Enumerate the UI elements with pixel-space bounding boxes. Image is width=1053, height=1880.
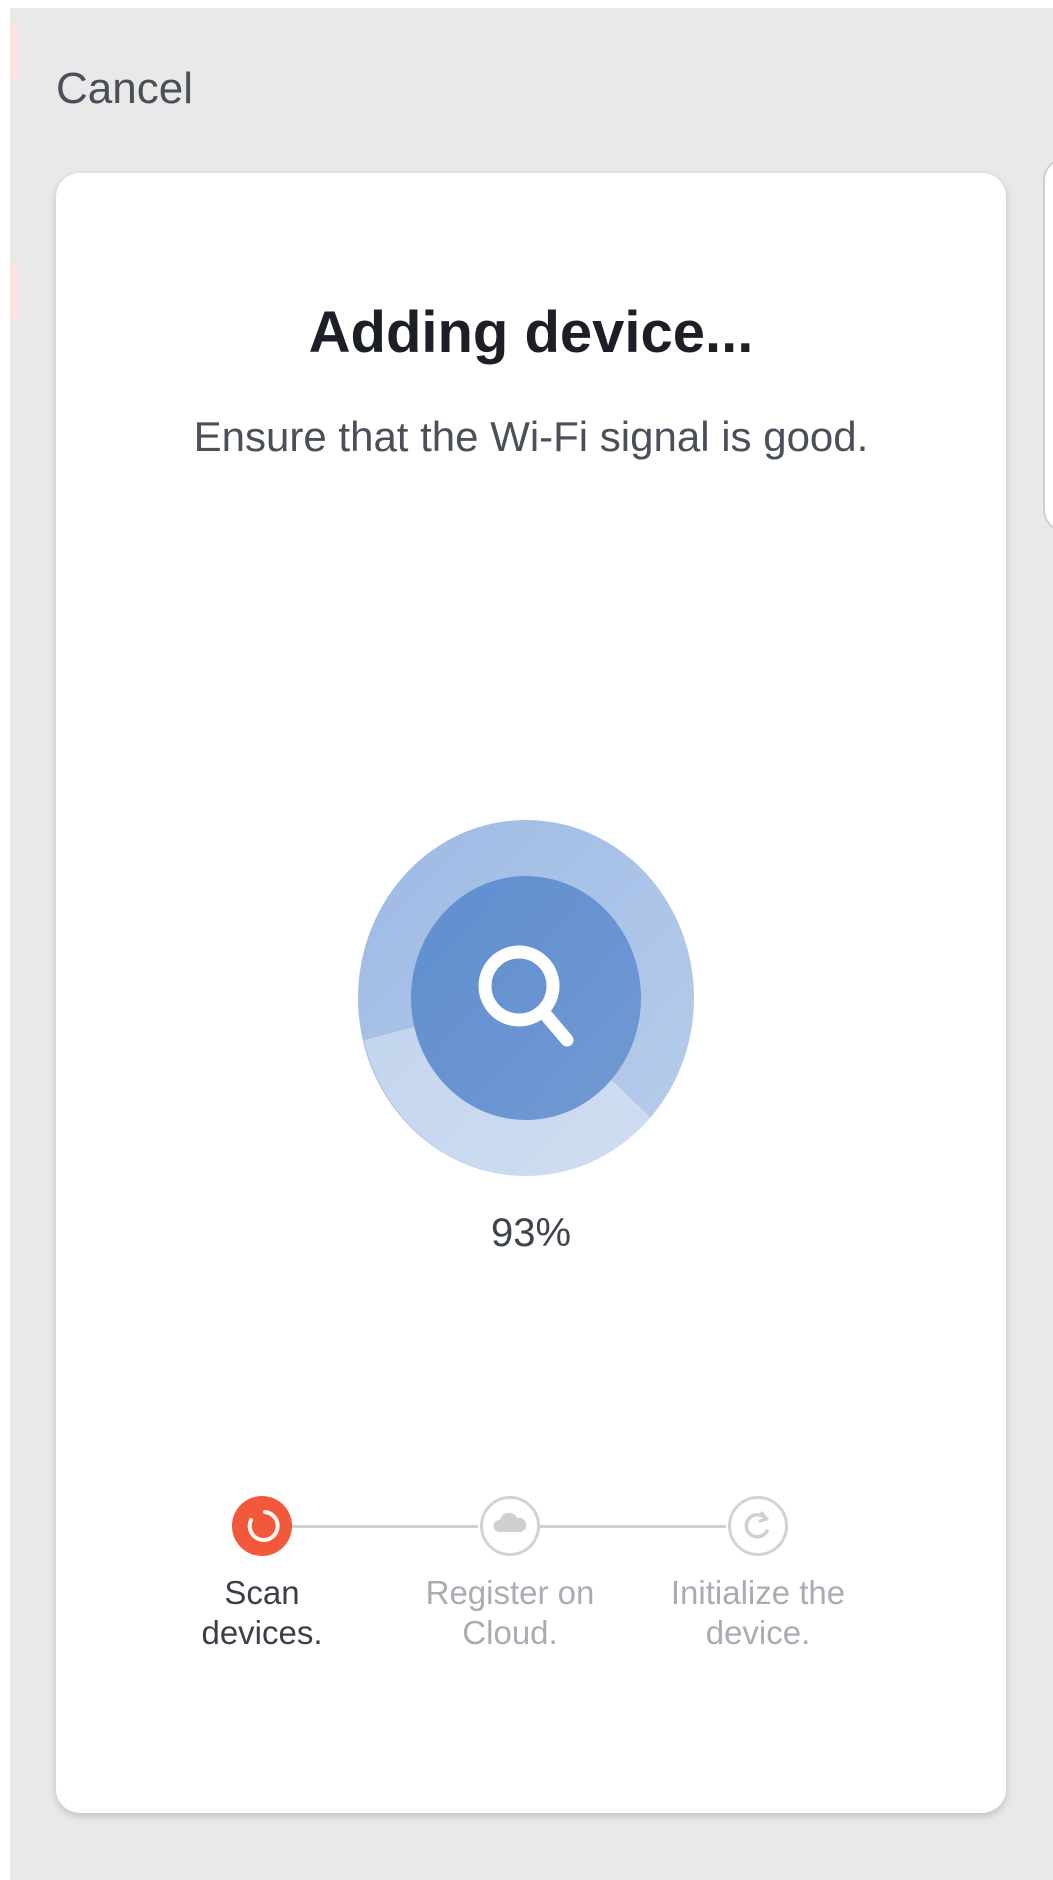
- progress-stepper: Scan devices. Register on Cloud. Initial…: [56, 1433, 1006, 1651]
- cancel-button[interactable]: Cancel: [56, 64, 193, 114]
- progress-percent: 93%: [490, 1211, 572, 1255]
- step-indicator-scan: [232, 1496, 292, 1556]
- loading-spinner-icon: [247, 1510, 280, 1542]
- step-label-initialize: Initialize the device.: [670, 1574, 846, 1651]
- step-indicator-initialize: [728, 1496, 788, 1556]
- refresh-icon: [744, 1511, 769, 1539]
- cloud-icon: [493, 1512, 527, 1532]
- adding-device-card: Adding device... Ensure that the Wi-Fi s…: [56, 173, 1006, 1813]
- edge-marker: [10, 22, 18, 80]
- screen: Cancel Adding device... Ensure that the …: [10, 8, 1053, 1880]
- page-subtitle: Ensure that the Wi-Fi signal is good.: [193, 413, 869, 460]
- background-card-edge: [1043, 158, 1053, 532]
- scan-progress-graphic: [356, 818, 696, 1178]
- edge-marker: [10, 263, 18, 321]
- step-connector: [540, 1525, 726, 1528]
- step-connector: [292, 1525, 478, 1528]
- page-title: Adding device...: [308, 300, 754, 365]
- step-label-scan: Scan devices.: [201, 1574, 323, 1651]
- step-indicator-register: [480, 1496, 540, 1556]
- scan-inner-circle: [411, 876, 641, 1120]
- step-label-register: Register on Cloud.: [425, 1574, 595, 1651]
